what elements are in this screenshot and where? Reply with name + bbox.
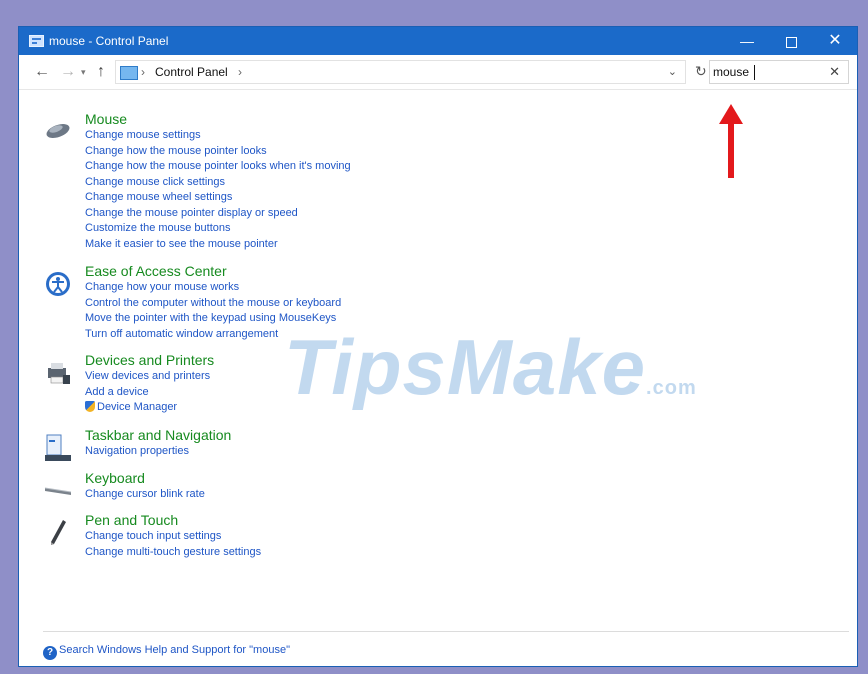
minimize-button[interactable]: — <box>725 27 769 55</box>
title-bar[interactable]: mouse - Control Panel — ✕ <box>19 27 857 55</box>
result-link[interactable]: Change how the mouse pointer looks <box>85 144 351 160</box>
watermark-brand: TipsMake <box>284 323 647 411</box>
control-panel-icon <box>29 35 44 47</box>
search-value: mouse <box>713 65 750 79</box>
window-title: mouse - Control Panel <box>49 34 169 48</box>
result-link[interactable]: Customize the mouse buttons <box>85 221 351 237</box>
mouse-icon <box>43 117 73 147</box>
result-link[interactable]: Change mouse settings <box>85 128 351 144</box>
refresh-icon[interactable]: ↻ <box>695 63 707 80</box>
watermark: TipsMake.com <box>284 322 697 413</box>
address-row: ← → ▾ ↑ › Control Panel › ⌄ ↻ mouse ✕ <box>19 55 857 90</box>
clear-search-icon[interactable]: ✕ <box>829 64 840 80</box>
result-heading[interactable]: Devices and Printers <box>85 352 214 368</box>
up-arrow-icon[interactable]: ↑ <box>97 63 105 81</box>
control-panel-window: mouse - Control Panel — ✕ ← → ▾ ↑ › Cont… <box>18 26 858 667</box>
breadcrumb-control-panel[interactable]: Control Panel <box>155 65 228 79</box>
help-icon: ? <box>43 646 57 660</box>
result-heading[interactable]: Ease of Access Center <box>85 263 227 279</box>
breadcrumb-separator-icon[interactable]: › <box>141 65 145 79</box>
result-link[interactable]: Change multi-touch gesture settings <box>85 545 261 561</box>
result-link[interactable]: Change cursor blink rate <box>85 487 205 503</box>
help-link-label: Search Windows Help and Support for "mou… <box>59 644 290 656</box>
result-link[interactable]: Change touch input settings <box>85 529 261 545</box>
text-caret <box>754 65 755 80</box>
result-heading[interactable]: Mouse <box>85 111 127 127</box>
result-link[interactable]: Change mouse wheel settings <box>85 190 351 206</box>
result-link[interactable]: Add a device <box>85 385 210 401</box>
pen-icon <box>43 518 73 548</box>
ease-of-access-icon <box>43 269 73 299</box>
result-link[interactable]: Make it easier to see the mouse pointer <box>85 237 351 253</box>
uac-shield-icon <box>85 401 95 412</box>
maximize-button[interactable] <box>769 27 813 55</box>
maximize-icon <box>785 36 797 48</box>
result-link[interactable]: Change how the mouse pointer looks when … <box>85 159 351 175</box>
taskbar-icon <box>43 433 73 463</box>
forward-arrow-icon[interactable]: → <box>60 63 76 81</box>
keyboard-icon <box>43 476 73 506</box>
result-heading[interactable]: Pen and Touch <box>85 512 178 528</box>
divider <box>43 631 849 632</box>
device-manager-link[interactable]: Device Manager <box>85 400 210 416</box>
search-input[interactable]: mouse ✕ <box>709 60 849 84</box>
result-heading[interactable]: Taskbar and Navigation <box>85 427 231 443</box>
recent-locations-icon[interactable]: ▾ <box>81 67 86 78</box>
help-search-link[interactable]: ? Search Windows Help and Support for "mo… <box>43 644 290 660</box>
close-button[interactable]: ✕ <box>813 27 857 55</box>
watermark-suffix: .com <box>646 377 697 399</box>
result-link[interactable]: View devices and printers <box>85 369 210 385</box>
result-link[interactable]: Change how your mouse works <box>85 280 341 296</box>
back-arrow-icon[interactable]: ← <box>34 63 50 81</box>
breadcrumb-separator-icon[interactable]: › <box>238 65 242 79</box>
chevron-down-icon[interactable]: ⌄ <box>668 65 677 78</box>
result-link[interactable]: Navigation properties <box>85 444 189 460</box>
result-link[interactable]: Control the computer without the mouse o… <box>85 296 341 312</box>
result-link-label: Device Manager <box>97 401 178 413</box>
result-link[interactable]: Change mouse click settings <box>85 175 351 191</box>
control-panel-icon <box>120 66 138 80</box>
result-heading[interactable]: Keyboard <box>85 470 145 486</box>
address-bar[interactable]: › Control Panel › ⌄ <box>115 60 686 84</box>
result-link[interactable]: Change the mouse pointer display or spee… <box>85 206 351 222</box>
printer-icon <box>43 358 73 388</box>
